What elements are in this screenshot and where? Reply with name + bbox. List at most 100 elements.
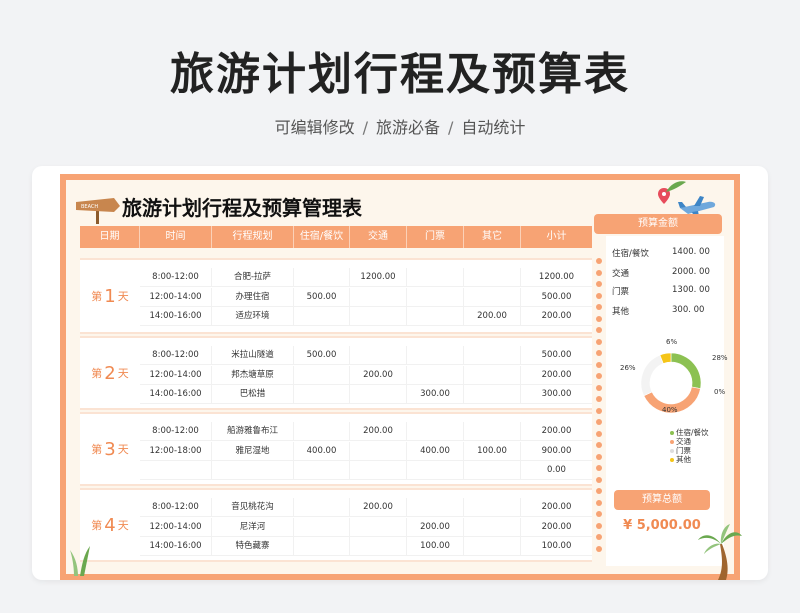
cell-stay[interactable] — [294, 461, 350, 479]
cell-traffic[interactable] — [350, 385, 407, 403]
cell-time[interactable]: 8:00-12:00 — [140, 498, 212, 516]
cell-other[interactable] — [464, 537, 521, 555]
cell-plan[interactable]: 尼洋河 — [212, 518, 294, 536]
cell-other[interactable] — [464, 461, 521, 479]
cell-subtotal[interactable]: 200.00 — [521, 498, 592, 516]
cell-time[interactable]: 12:00-14:00 — [140, 518, 212, 536]
cell-plan[interactable]: 米拉山隧道 — [212, 346, 294, 364]
cell-ticket[interactable] — [407, 366, 464, 384]
cell-plan[interactable]: 邦杰塘草原 — [212, 366, 294, 384]
cell-plan[interactable]: 适应环境 — [212, 307, 294, 325]
cell-traffic[interactable]: 200.00 — [350, 422, 407, 440]
cell-other[interactable] — [464, 366, 521, 384]
cell-plan[interactable]: 特色藏寨 — [212, 537, 294, 555]
cell-ticket[interactable] — [407, 288, 464, 306]
cell-subtotal[interactable]: 200.00 — [521, 307, 592, 325]
cell-subtotal[interactable]: 300.00 — [521, 385, 592, 403]
cell-other[interactable] — [464, 385, 521, 403]
cell-time[interactable]: 12:00-18:00 — [140, 442, 212, 460]
notebook-rings — [596, 258, 604, 558]
table-row: 14:00-16:00 特色藏寨 100.00 100.00 — [140, 537, 592, 556]
cell-plan[interactable]: 船游雅鲁布江 — [212, 422, 294, 440]
cell-time[interactable]: 14:00-16:00 — [140, 307, 212, 325]
cell-other[interactable]: 200.00 — [464, 307, 521, 325]
cell-time[interactable]: 12:00-14:00 — [140, 288, 212, 306]
day-number: 2 — [104, 362, 116, 384]
cell-stay[interactable] — [294, 498, 350, 516]
cell-plan[interactable]: 音见桃花沟 — [212, 498, 294, 516]
cell-subtotal[interactable]: 1200.00 — [521, 268, 592, 286]
cell-stay[interactable] — [294, 518, 350, 536]
cell-subtotal[interactable]: 500.00 — [521, 288, 592, 306]
cell-stay[interactable]: 500.00 — [294, 288, 350, 306]
cell-subtotal[interactable]: 500.00 — [521, 346, 592, 364]
cell-ticket[interactable]: 100.00 — [407, 537, 464, 555]
cell-ticket[interactable] — [407, 498, 464, 516]
cell-ticket[interactable] — [407, 346, 464, 364]
cell-plan[interactable]: 合肥-拉萨 — [212, 268, 294, 286]
cell-subtotal[interactable]: 200.00 — [521, 366, 592, 384]
cell-traffic[interactable]: 1200.00 — [350, 268, 407, 286]
cell-plan[interactable]: 巴松措 — [212, 385, 294, 403]
cell-other[interactable] — [464, 346, 521, 364]
cell-traffic[interactable] — [350, 346, 407, 364]
cell-subtotal[interactable]: 0.00 — [521, 461, 592, 479]
cell-time[interactable]: 14:00-16:00 — [140, 385, 212, 403]
budget-label: 住宿/餐饮 — [612, 249, 649, 259]
cell-subtotal[interactable]: 200.00 — [521, 518, 592, 536]
cell-traffic[interactable] — [350, 307, 407, 325]
pie-label: 26% — [620, 364, 636, 372]
cell-time[interactable]: 8:00-12:00 — [140, 268, 212, 286]
cell-traffic[interactable]: 200.00 — [350, 498, 407, 516]
cell-other[interactable]: 100.00 — [464, 442, 521, 460]
cell-stay[interactable] — [294, 307, 350, 325]
cell-time[interactable] — [140, 461, 212, 479]
cell-plan[interactable]: 雅尼湿地 — [212, 442, 294, 460]
day-block: 第 1 天 8:00-12:00 合肥-拉萨 1200.00 1200.00 12:00-14… — [80, 258, 592, 334]
table-row: 0.00 — [140, 461, 592, 480]
cell-ticket[interactable]: 200.00 — [407, 518, 464, 536]
cell-stay[interactable] — [294, 268, 350, 286]
cell-plan[interactable]: 办理住宿 — [212, 288, 294, 306]
cell-other[interactable] — [464, 268, 521, 286]
cell-ticket[interactable] — [407, 268, 464, 286]
budget-total-value: ¥ 5,000.00 — [623, 518, 701, 533]
cell-ticket[interactable]: 400.00 — [407, 442, 464, 460]
column-header-other: 其它 — [464, 226, 521, 248]
cell-traffic[interactable] — [350, 288, 407, 306]
cell-other[interactable] — [464, 422, 521, 440]
cell-traffic[interactable]: 200.00 — [350, 366, 407, 384]
cell-traffic[interactable] — [350, 518, 407, 536]
cell-stay[interactable] — [294, 422, 350, 440]
cell-ticket[interactable] — [407, 422, 464, 440]
cell-time[interactable]: 14:00-16:00 — [140, 537, 212, 555]
cell-stay[interactable]: 400.00 — [294, 442, 350, 460]
pie-label: 28% — [712, 354, 728, 362]
cell-stay[interactable] — [294, 537, 350, 555]
cell-time[interactable]: 8:00-12:00 — [140, 422, 212, 440]
cell-ticket[interactable] — [407, 461, 464, 479]
day-number: 1 — [104, 285, 116, 307]
cell-traffic[interactable] — [350, 461, 407, 479]
chart-legend: 住宿/餐饮 交通 门票 其他 — [670, 428, 709, 464]
cell-time[interactable]: 12:00-14:00 — [140, 366, 212, 384]
cell-subtotal[interactable]: 900.00 — [521, 442, 592, 460]
cell-time[interactable]: 8:00-12:00 — [140, 346, 212, 364]
cell-other[interactable] — [464, 518, 521, 536]
cell-plan[interactable] — [212, 461, 294, 479]
pie-slice — [670, 352, 702, 389]
budget-value: 1400. 00 — [672, 247, 710, 257]
cell-subtotal[interactable]: 100.00 — [521, 537, 592, 555]
cell-ticket[interactable]: 300.00 — [407, 385, 464, 403]
cell-traffic[interactable] — [350, 442, 407, 460]
cell-traffic[interactable] — [350, 537, 407, 555]
cell-stay[interactable] — [294, 366, 350, 384]
cell-subtotal[interactable]: 200.00 — [521, 422, 592, 440]
cell-other[interactable] — [464, 498, 521, 516]
budget-row: 门票 1300. 00 — [606, 282, 724, 300]
cell-stay[interactable]: 500.00 — [294, 346, 350, 364]
cell-ticket[interactable] — [407, 307, 464, 325]
cell-other[interactable] — [464, 288, 521, 306]
cell-stay[interactable] — [294, 385, 350, 403]
legend-item: 其他 — [670, 455, 709, 464]
